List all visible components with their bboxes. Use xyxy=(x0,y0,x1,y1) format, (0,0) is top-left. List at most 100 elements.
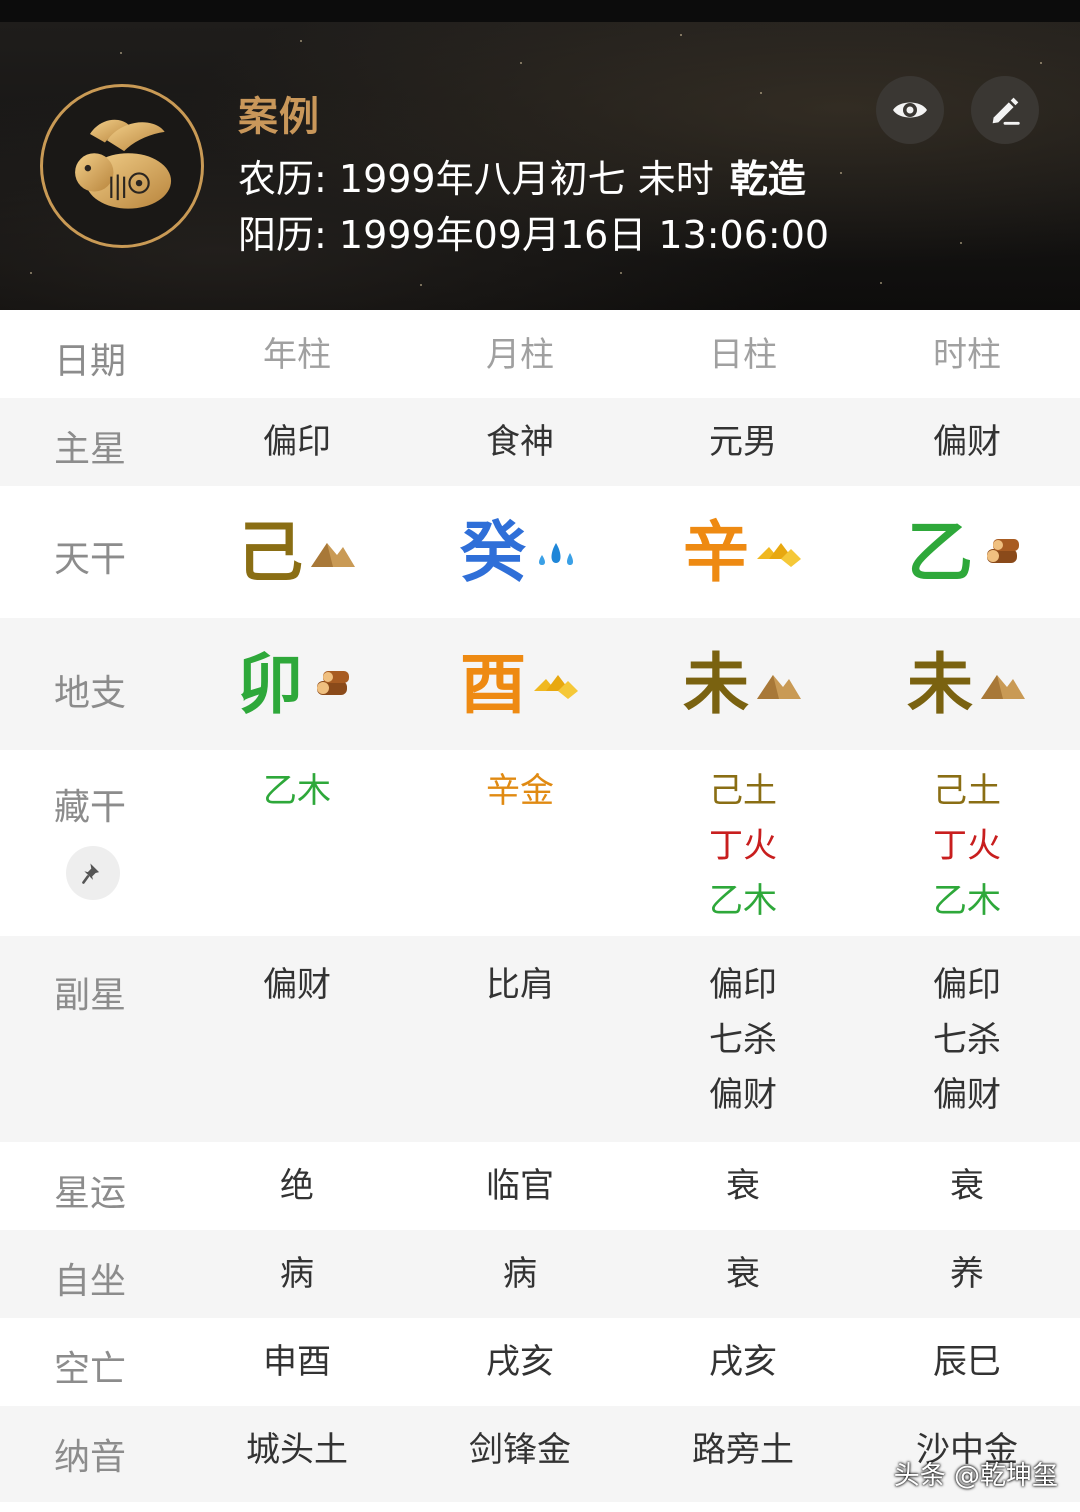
hidden-stem: 丁火 xyxy=(709,826,777,866)
self-seat-cell[interactable]: 养 xyxy=(857,1247,1077,1302)
earthly-branches-row: 地支 卯 酉 未 未 xyxy=(0,618,1080,750)
earth-mountain-icon xyxy=(981,675,1025,699)
sub-star: 比肩 xyxy=(486,965,554,1005)
sub-star: 偏印 xyxy=(709,965,777,1005)
star-fortune-row: 星运 绝 临官 衰 衰 xyxy=(0,1142,1080,1230)
hidden-stem-cell[interactable]: 己土 丁火 乙木 xyxy=(857,764,1077,929)
sub-star: 七杀 xyxy=(933,1020,1001,1060)
sub-star-cell[interactable]: 偏印 七杀 偏财 xyxy=(633,958,853,1123)
heavenly-stems-row: 天干 己 癸 辛 乙 xyxy=(0,486,1080,618)
chart-header: 案例 农历: 1999年八月初七 未时 乾造 阳历: 1999年09月16日 1… xyxy=(0,22,1080,310)
heavenly-stem-cell[interactable]: 辛 xyxy=(633,518,853,588)
hidden-stem: 乙木 xyxy=(709,881,777,921)
hidden-stem: 乙木 xyxy=(933,881,1001,921)
stem-char: 乙 xyxy=(907,514,973,591)
sub-star: 偏财 xyxy=(263,965,331,1005)
earth-mountain-icon xyxy=(757,675,801,699)
void-cell[interactable]: 戌亥 xyxy=(633,1335,853,1390)
lunar-date: 农历: 1999年八月初七 未时 乾造 xyxy=(238,148,806,203)
row-label-heavenly-stems: 天干 xyxy=(54,539,127,580)
column-header-day: 日柱 xyxy=(709,335,777,375)
self-seat-row: 自坐 病 病 衰 养 xyxy=(0,1230,1080,1318)
hidden-stems-row: 藏干 乙木 辛金 己土 丁火 乙木 己土 丁火 乙木 xyxy=(0,750,1080,936)
self-seat-cell[interactable]: 病 xyxy=(410,1247,630,1302)
wood-logs-icon xyxy=(317,671,349,695)
sub-star: 偏财 xyxy=(709,1075,777,1115)
column-header-hour: 时柱 xyxy=(933,335,1001,375)
row-label-date: 日期 xyxy=(54,341,127,382)
heavenly-stem-cell[interactable]: 己 xyxy=(187,518,407,588)
void-row: 空亡 申酉 戌亥 戌亥 辰巳 xyxy=(0,1318,1080,1406)
branch-char: 酉 xyxy=(460,646,526,723)
status-bar xyxy=(0,0,1080,22)
row-label-void: 空亡 xyxy=(54,1349,127,1390)
star-fortune-cell[interactable]: 绝 xyxy=(187,1159,407,1214)
hidden-stem-cell[interactable]: 己土 丁火 乙木 xyxy=(633,764,853,929)
sub-star-cell[interactable]: 偏财 xyxy=(187,958,407,1013)
row-label-self-seat: 自坐 xyxy=(54,1261,127,1302)
heavenly-stem-cell[interactable]: 癸 xyxy=(410,518,630,588)
edit-button[interactable] xyxy=(971,76,1039,144)
main-star-cell[interactable]: 食神 xyxy=(410,415,630,470)
sub-star-cell[interactable]: 比肩 xyxy=(410,958,630,1013)
view-button[interactable] xyxy=(876,76,944,144)
metal-gold-icon xyxy=(534,675,578,699)
earthly-branch-cell[interactable]: 未 xyxy=(857,650,1077,720)
hidden-stem: 乙木 xyxy=(263,771,331,811)
hidden-stem: 辛金 xyxy=(486,771,554,811)
self-seat-cell[interactable]: 病 xyxy=(187,1247,407,1302)
branch-char: 未 xyxy=(683,646,749,723)
earthly-branch-cell[interactable]: 未 xyxy=(633,650,853,720)
wood-logs-icon xyxy=(987,539,1019,563)
solar-label: 阳历: xyxy=(238,213,327,257)
eye-icon xyxy=(893,102,927,118)
row-label-main-star: 主星 xyxy=(54,429,127,470)
void-cell[interactable]: 戌亥 xyxy=(410,1335,630,1390)
void-cell[interactable]: 申酉 xyxy=(187,1335,407,1390)
nayin-cell[interactable]: 路旁土 xyxy=(633,1423,853,1478)
sub-star: 偏印 xyxy=(933,965,1001,1005)
main-star-cell[interactable]: 偏财 xyxy=(857,415,1077,470)
stem-char: 辛 xyxy=(683,514,749,591)
main-star-cell[interactable]: 偏印 xyxy=(187,415,407,470)
hidden-stem: 己土 xyxy=(933,771,1001,811)
branch-char: 未 xyxy=(907,646,973,723)
earthly-branch-cell[interactable]: 酉 xyxy=(410,650,630,720)
sub-star: 七杀 xyxy=(709,1020,777,1060)
self-seat-cell[interactable]: 衰 xyxy=(633,1247,853,1302)
metal-gold-icon xyxy=(757,543,801,567)
earth-mountain-icon xyxy=(311,543,355,567)
water-drops-icon xyxy=(539,543,573,565)
case-title: 案例 xyxy=(238,94,320,140)
pin-icon xyxy=(82,863,100,884)
row-label-sub-star: 副星 xyxy=(54,975,127,1016)
sub-star-row: 副星 偏财 比肩 偏印 七杀 偏财 偏印 七杀 偏财 xyxy=(0,936,1080,1142)
sub-star-cell[interactable]: 偏印 七杀 偏财 xyxy=(857,958,1077,1123)
hidden-stem: 己土 xyxy=(709,771,777,811)
heavenly-stem-cell[interactable]: 乙 xyxy=(857,518,1077,588)
rabbit-zodiac-icon xyxy=(40,84,204,248)
hidden-stem-cell[interactable]: 辛金 xyxy=(410,764,630,819)
star-fortune-cell[interactable]: 衰 xyxy=(633,1159,853,1214)
nayin-cell[interactable]: 剑锋金 xyxy=(410,1423,630,1478)
stem-char: 己 xyxy=(237,514,303,591)
main-star-cell[interactable]: 元男 xyxy=(633,415,853,470)
hidden-stem-cell[interactable]: 乙木 xyxy=(187,764,407,819)
bazi-table: 日期 年柱 月柱 日柱 时柱 主星 偏印 食神 元男 偏财 天干 己 癸 辛 乙 xyxy=(0,310,1080,1502)
void-cell[interactable]: 辰巳 xyxy=(857,1335,1077,1390)
solar-value: 1999年09月16日 13:06:00 xyxy=(338,213,830,257)
solar-date: 阳历: 1999年09月16日 13:06:00 xyxy=(238,204,829,259)
sub-star: 偏财 xyxy=(933,1075,1001,1115)
pencil-icon xyxy=(992,97,1020,125)
row-label-nayin: 纳音 xyxy=(54,1437,127,1478)
star-fortune-cell[interactable]: 临官 xyxy=(410,1159,630,1214)
star-fortune-cell[interactable]: 衰 xyxy=(857,1159,1077,1214)
lunar-label: 农历: xyxy=(238,157,327,201)
earthly-branch-cell[interactable]: 卯 xyxy=(187,650,407,720)
row-label-earthly-branches: 地支 xyxy=(54,673,127,714)
row-label-hidden-stems: 藏干 xyxy=(54,787,127,828)
pin-button[interactable] xyxy=(66,846,120,900)
column-header-month: 月柱 xyxy=(486,335,554,375)
nayin-cell[interactable]: 城头土 xyxy=(187,1423,407,1478)
row-label-star-fortune: 星运 xyxy=(54,1173,127,1214)
